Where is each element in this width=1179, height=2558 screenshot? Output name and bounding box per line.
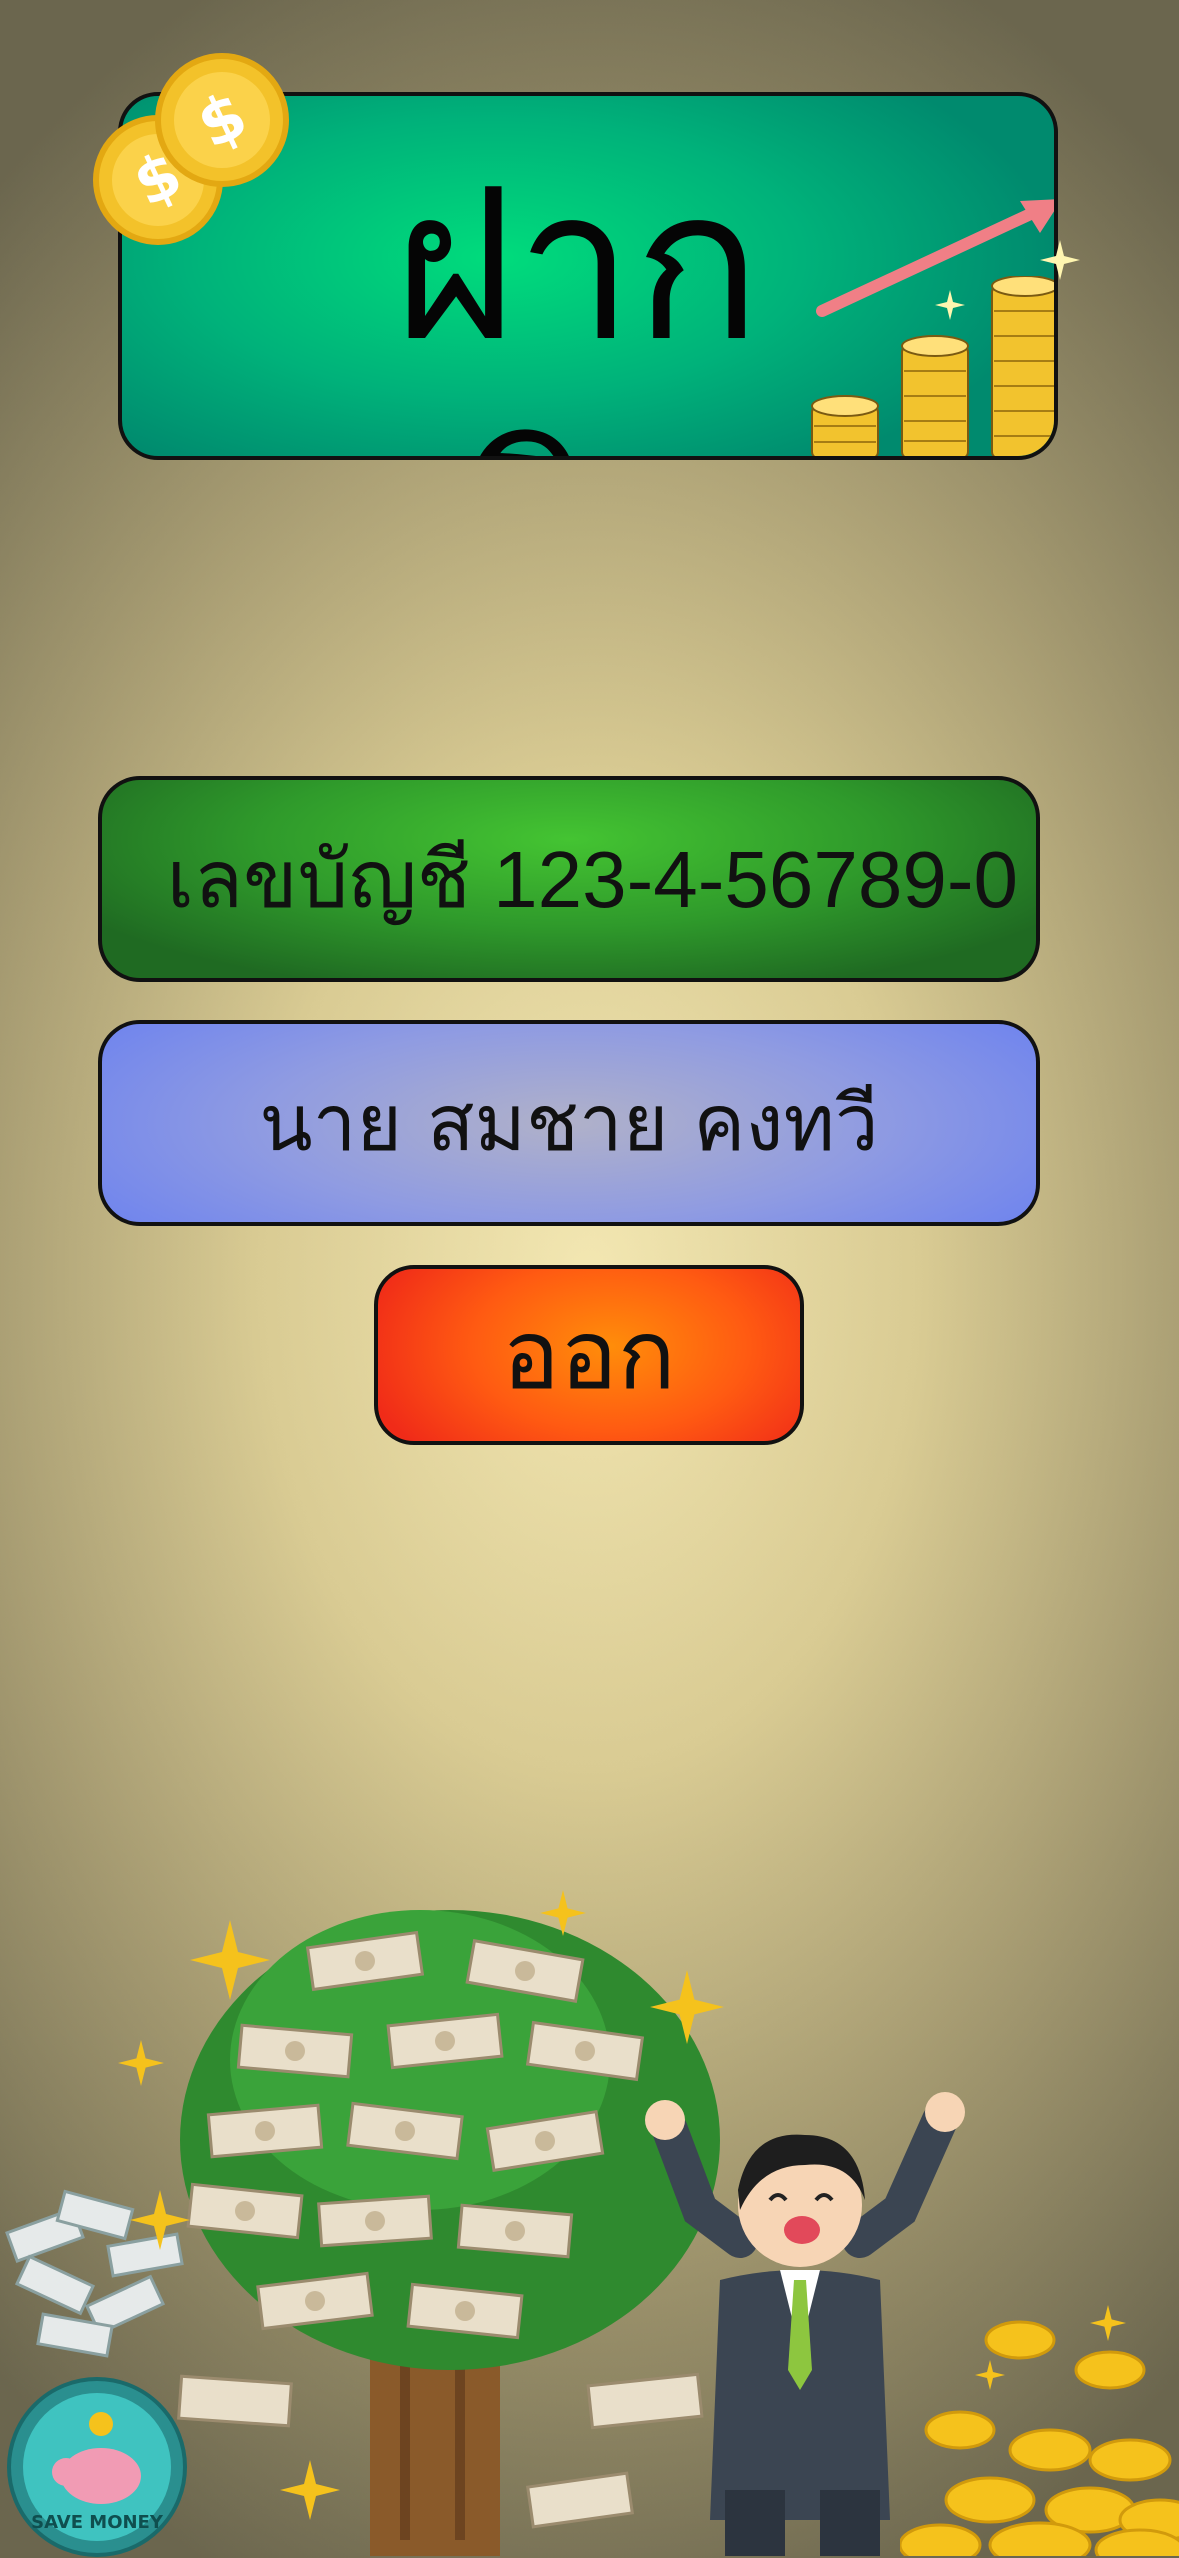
account-holder-field: นาย สมชาย คงทวี — [98, 1020, 1040, 1226]
coin-stack-icon — [811, 276, 1054, 456]
exit-button-label: ออก — [502, 1299, 676, 1411]
exit-button[interactable]: ออก — [374, 1265, 804, 1445]
sparkle-icon — [540, 1890, 586, 1936]
sparkle-icon — [190, 1920, 270, 2000]
account-number-field: เลขบัญชี 123-4-56789-0 — [98, 776, 1040, 982]
sparkle-icon — [650, 1970, 724, 2044]
dollar-coin-icon: $ $ — [93, 53, 289, 245]
page-title: ฝากเงิน — [392, 143, 762, 456]
gold-coins-icon — [900, 2320, 1179, 2556]
sparkle-icon — [975, 2360, 1005, 2390]
sparkle-icon — [1040, 240, 1080, 280]
save-money-badge: SAVE MONEY — [6, 2376, 188, 2558]
sparkle-icon — [118, 2040, 164, 2086]
sparkle-icon — [935, 290, 965, 320]
account-number-label: เลขบัญชี 123-4-56789-0 — [166, 834, 1018, 924]
account-holder-name: นาย สมชาย คงทวี — [259, 1079, 879, 1169]
sparkle-icon — [280, 2460, 340, 2520]
sparkle-icon — [130, 2190, 190, 2250]
save-money-label: SAVE MONEY — [31, 2512, 163, 2533]
sparkle-icon — [1090, 2305, 1126, 2341]
